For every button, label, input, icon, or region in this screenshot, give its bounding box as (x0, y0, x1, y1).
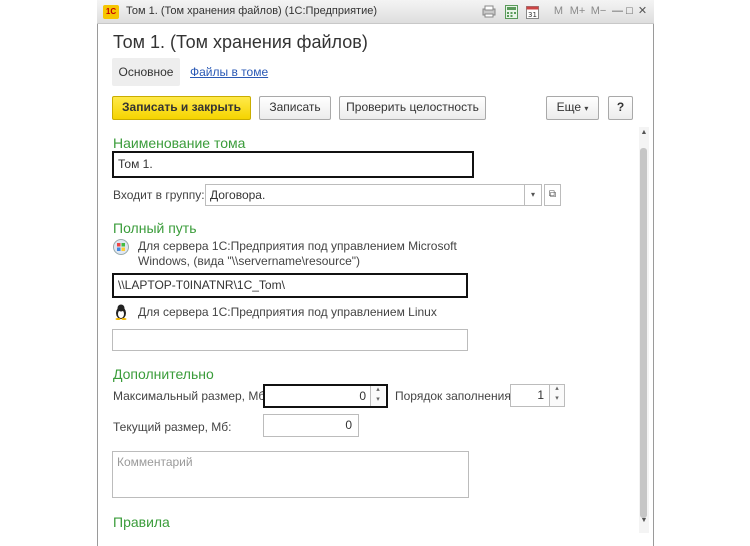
fill-order-spin-down-icon[interactable]: ▾ (549, 395, 564, 406)
memory-button[interactable]: M (549, 3, 568, 20)
windows-server-note-line2: Windows, (вида "\\servername\resource") (138, 254, 360, 268)
calendar-icon[interactable]: 31 (526, 5, 539, 19)
check-integrity-button[interactable]: Проверить целостность (339, 96, 486, 120)
additional-section-title: Дополнительно (113, 366, 214, 382)
linux-server-note: Для сервера 1С:Предприятия под управлени… (138, 305, 437, 319)
max-size-spin-down-icon[interactable]: ▾ (370, 396, 385, 406)
memory-plus-button[interactable]: M+ (568, 3, 587, 20)
comment-textarea[interactable]: Комментарий (112, 451, 469, 498)
group-select[interactable]: Договора. (205, 184, 542, 206)
open-group-icon[interactable]: ⧉ (544, 184, 561, 206)
more-menu-button[interactable]: Еще ▾ (546, 96, 599, 120)
rules-section-title: Правила (113, 514, 170, 530)
current-size-label: Текущий размер, Мб: (113, 420, 232, 434)
group-label: Входит в группу: (113, 188, 205, 202)
memory-minus-button[interactable]: M− (589, 3, 608, 20)
svg-text:31: 31 (528, 11, 537, 19)
form-heading: Том 1. (Том хранения файлов) (113, 32, 368, 52)
tab-files-in-volume[interactable]: Файлы в томе (190, 65, 268, 79)
volume-name-section-title: Наименование тома (113, 135, 246, 151)
save-and-close-button[interactable]: Записать и закрыть (112, 96, 251, 120)
current-size-value: 0 (263, 414, 359, 437)
window-title: Том 1. (Том хранения файлов) (1С:Предпри… (126, 5, 378, 17)
app-logo-icon: 1С (103, 5, 119, 19)
linux-path-input[interactable] (112, 329, 468, 351)
volume-name-input[interactable]: Том 1. (112, 151, 474, 178)
fill-order-label: Порядок заполнения: (395, 389, 515, 403)
scroll-down-arrow-icon[interactable]: ▼ (640, 517, 648, 525)
windows-server-note-line1: Для сервера 1С:Предприятия под управлени… (138, 239, 457, 253)
max-size-label: Максимальный размер, Мб: (113, 389, 269, 403)
scroll-up-arrow-icon[interactable]: ▲ (640, 129, 648, 137)
tab-main[interactable]: Основное (112, 58, 180, 86)
dropdown-arrow-icon: ▾ (584, 104, 589, 113)
help-button[interactable]: ? (608, 96, 633, 120)
linux-tux-icon (114, 304, 128, 320)
more-label: Еще (556, 100, 582, 114)
fill-order-spin-up-icon[interactable]: ▴ (549, 385, 564, 395)
scrollbar-thumb[interactable] (640, 148, 647, 518)
calculator-icon[interactable] (505, 5, 518, 19)
windows-logo-icon (113, 239, 129, 255)
max-size-spin-up-icon[interactable]: ▴ (370, 386, 385, 396)
full-path-section-title: Полный путь (113, 220, 197, 236)
print-icon[interactable] (482, 5, 496, 18)
windows-path-input[interactable]: \\LAPTOP-T0INATNR\1C_Tom\ (112, 273, 468, 298)
save-button[interactable]: Записать (259, 96, 331, 120)
group-dropdown-arrow-icon[interactable]: ▾ (524, 185, 541, 205)
close-button[interactable]: ✕ (633, 3, 652, 20)
